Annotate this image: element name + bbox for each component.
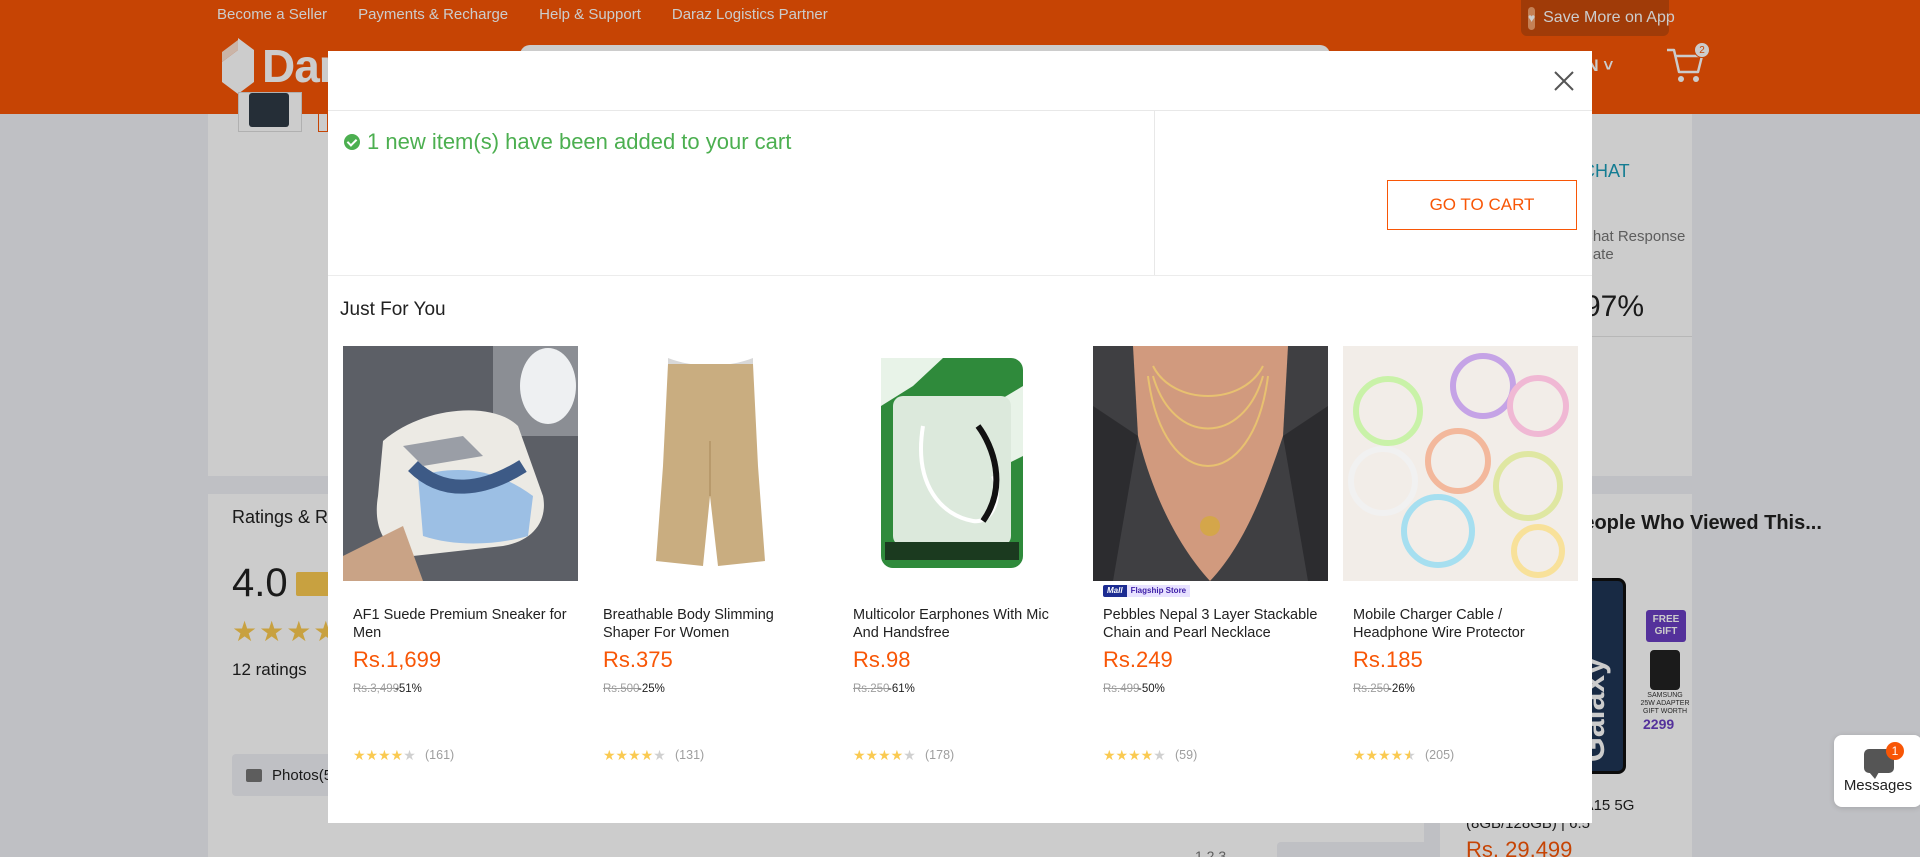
product-card[interactable]: Mall Flagship Store Pebbles Nepal 3 Laye… [1093,346,1328,816]
divider [1154,111,1155,275]
product-rating-stars: ★★★★★ [353,747,416,763]
product-card[interactable]: AF1 Suede Premium Sneaker for Men Rs.1,6… [343,346,578,816]
close-icon[interactable] [1550,67,1578,95]
product-name[interactable]: Mobile Charger Cable / Headphone Wire Pr… [1353,606,1568,642]
product-rating-stars: ★★★★★ [603,747,666,763]
check-circle-icon [344,134,360,150]
added-to-cart-message: 1 new item(s) have been added to your ca… [344,129,791,155]
product-review-count: (178) [925,748,955,762]
product-discount: -26% [1388,683,1415,695]
product-original-price: Rs.250 [853,683,890,695]
product-rating-stars: ★★★★★ [1353,747,1416,763]
product-image[interactable] [343,346,578,581]
product-card[interactable]: Breathable Body Slimming Shaper For Wome… [593,346,828,816]
messages-widget[interactable]: 1 Messages [1834,735,1920,807]
added-message-text: 1 new item(s) have been added to your ca… [367,129,792,154]
divider [328,275,1592,276]
mall-badge: Mall Flagship Store [1103,585,1191,597]
divider [328,110,1592,111]
product-discount: -25% [638,683,665,695]
messages-badge: 1 [1886,742,1904,760]
product-rating-stars: ★★★★★ [1103,747,1166,763]
product-discount: -51% [395,683,422,695]
product-name[interactable]: Pebbles Nepal 3 Layer Stackable Chain an… [1103,606,1318,642]
product-review-count: (205) [1425,748,1455,762]
product-price: Rs.249 [1103,647,1173,672]
product-original-price: Rs.499 [1103,683,1140,695]
product-image[interactable] [1093,346,1328,581]
product-card[interactable]: Mobile Charger Cable / Headphone Wire Pr… [1343,346,1578,816]
product-original-price: Rs.500 [603,683,640,695]
added-to-cart-modal: 1 new item(s) have been added to your ca… [328,51,1592,823]
product-rating-stars: ★★★★★ [853,747,916,763]
product-image[interactable] [1343,346,1578,581]
product-review-count: (161) [425,748,455,762]
product-price: Rs.185 [1353,647,1423,672]
product-discount: -50% [1138,683,1165,695]
product-price: Rs.98 [853,647,911,672]
product-card[interactable]: Multicolor Earphones With Mic And Handsf… [843,346,1078,816]
mall-label: Mall [1103,585,1127,597]
messages-label: Messages [1843,777,1913,794]
just-for-you-title: Just For You [340,299,446,320]
flagship-store-label: Flagship Store [1126,585,1191,597]
product-original-price: Rs.3,499 [353,683,400,695]
product-original-price: Rs.250 [1353,683,1390,695]
product-image[interactable] [593,346,828,581]
product-review-count: (131) [675,748,705,762]
product-name[interactable]: AF1 Suede Premium Sneaker for Men [353,606,568,642]
go-to-cart-button[interactable]: GO TO CART [1387,180,1577,230]
product-name[interactable]: Breathable Body Slimming Shaper For Wome… [603,606,818,642]
product-price: Rs.1,699 [353,647,442,672]
product-review-count: (59) [1175,748,1198,762]
product-image[interactable] [843,346,1078,581]
product-name[interactable]: Multicolor Earphones With Mic And Handsf… [853,606,1068,642]
product-discount: -61% [888,683,915,695]
product-price: Rs.375 [603,647,673,672]
